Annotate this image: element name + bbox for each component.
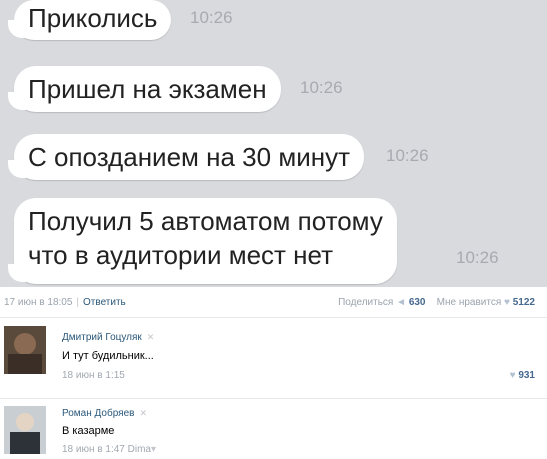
chat-screenshot: Приколись 10:26 Пришел на экзамен 10:26 … <box>0 0 547 287</box>
message-text: С опозданием на 30 минут <box>28 142 350 172</box>
message-time: 10:26 <box>190 8 233 27</box>
message-text: Пришел на экзамен <box>28 74 267 104</box>
comment-text: И тут будильник... <box>62 350 154 362</box>
comment-date[interactable]: 18 июн в 1:15 <box>62 370 125 381</box>
share-button[interactable]: Поделиться ◄ 630 <box>338 297 428 308</box>
remove-icon[interactable]: ✕ <box>147 332 155 342</box>
message-text-line-1: Получил 5 автоматом потому <box>28 206 383 236</box>
reply-link[interactable]: Ответить <box>83 297 126 308</box>
post-footer: 17 июн в 18:05 | Ответить Поделиться ◄ 630… <box>0 287 547 318</box>
like-button[interactable]: Мне нравится ♥ 5122 <box>437 297 535 308</box>
comment: Роман Добряев ✕ В казарме 18 июн в 1:47 D… <box>0 398 547 459</box>
comment-like-count: 931 <box>518 370 535 381</box>
like-label: Мне нравится <box>436 297 502 308</box>
post-date[interactable]: 17 июн в 18:05 <box>4 297 72 308</box>
avatar[interactable] <box>4 326 46 374</box>
comment-author[interactable]: Дмитрий Гоцуляк <box>62 332 142 343</box>
share-count: 630 <box>408 297 426 308</box>
chevron-down-icon: ▾ <box>150 444 156 455</box>
avatar[interactable] <box>4 406 46 454</box>
share-label: Поделиться <box>338 297 394 308</box>
comment: Дмитрий Гоцуляк ✕ И тут будильник... 18 и… <box>0 318 547 399</box>
message-bubble: С опозданием на 30 минут <box>8 134 364 180</box>
comment-text: В казарме <box>62 425 115 437</box>
heart-icon: ♥ <box>504 297 510 308</box>
remove-icon[interactable]: ✕ <box>139 408 147 418</box>
message-bubble: Получил 5 автоматом потому что в аудитор… <box>8 198 397 284</box>
message-text: Приколись <box>28 3 158 33</box>
message-time: 10:26 <box>300 78 343 97</box>
message-time: 10:26 <box>386 146 429 165</box>
like-count: 5122 <box>512 297 535 308</box>
heart-icon: ♥ <box>509 370 516 381</box>
message-text-line-2: что в аудитории мест нет <box>28 240 334 270</box>
comment-date[interactable]: 18 июн в 1:47 <box>62 444 125 455</box>
comment-author[interactable]: Роман Добряев <box>62 408 134 419</box>
comment-like-button[interactable]: ♥ 931 <box>510 370 535 381</box>
message-bubble: Пришел на экзамен <box>8 66 281 112</box>
separator: | <box>76 297 80 308</box>
message-bubble: Приколись <box>7 0 172 40</box>
reply-to-link[interactable]: Dima <box>128 444 151 455</box>
megaphone-icon: ◄ <box>396 297 407 308</box>
message-time: 10:26 <box>456 248 499 267</box>
